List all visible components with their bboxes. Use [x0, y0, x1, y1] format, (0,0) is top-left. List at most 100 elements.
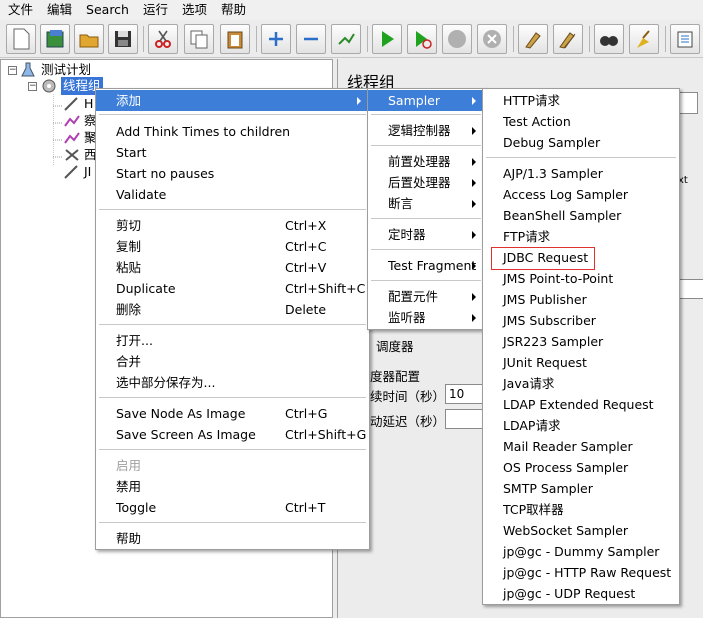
sampler-smtp[interactable]: SMTP Sampler [483, 478, 679, 499]
menu-item-disable[interactable]: 禁用 [96, 476, 369, 497]
sampler-mail-reader[interactable]: Mail Reader Sampler [483, 436, 679, 457]
tree-node-config[interactable]: 西 [63, 146, 97, 164]
menu-item-validate[interactable]: Validate [96, 184, 369, 205]
sampler-tcp[interactable]: TCP取样器 [483, 499, 679, 520]
sampler-jms-subscriber[interactable]: JMS Subscriber [483, 310, 679, 331]
sampler-ftp[interactable]: FTP请求 [483, 226, 679, 247]
search-button[interactable] [594, 24, 624, 54]
sampler-debug[interactable]: Debug Sampler [483, 132, 679, 153]
sampler-os-process[interactable]: OS Process Sampler [483, 457, 679, 478]
sampler-jms-publisher[interactable]: JMS Publisher [483, 289, 679, 310]
cut-icon [155, 30, 171, 48]
menu-item-add[interactable]: 添加 [96, 90, 369, 111]
scheduler-checkbox-label[interactable]: 调度器 [376, 336, 414, 355]
start-no-pauses-button[interactable] [407, 24, 437, 54]
menu-item-start[interactable]: Start [96, 142, 369, 163]
menu-item-help[interactable]: 帮助 [96, 528, 369, 549]
menu-item-save-screen-image[interactable]: Save Screen As Image Ctrl+Shift+G [96, 424, 369, 445]
submenu-item-pre-processor[interactable]: 前置处理器 [368, 151, 484, 172]
open-button[interactable] [74, 24, 104, 54]
templates-button[interactable] [40, 24, 70, 54]
submenu-item-listener[interactable]: 监听器 [368, 307, 484, 328]
sampler-access-log[interactable]: Access Log Sampler [483, 184, 679, 205]
start-button[interactable] [372, 24, 402, 54]
toggle-button[interactable] [331, 24, 361, 54]
save-button[interactable] [108, 24, 138, 54]
new-button[interactable] [6, 24, 36, 54]
sampler-beanshell[interactable]: BeanShell Sampler [483, 205, 679, 226]
clear-button[interactable] [518, 24, 548, 54]
cut-button[interactable] [148, 24, 178, 54]
menu-item-merge[interactable]: 合并 [96, 351, 369, 372]
collapse-toggle[interactable]: − [28, 81, 37, 91]
stop-button[interactable] [442, 24, 472, 54]
chevron-right-icon [472, 200, 476, 208]
collapse-icon [304, 37, 318, 41]
menu-item-save-node-image[interactable]: Save Node As Image Ctrl+G [96, 403, 369, 424]
toggle-icon [338, 33, 355, 45]
function-helper-button[interactable] [670, 24, 700, 54]
sampler-ldap-extended[interactable]: LDAP Extended Request [483, 394, 679, 415]
menu-item-copy[interactable]: 复制 Ctrl+C [96, 236, 369, 257]
clear-all-button[interactable] [553, 24, 583, 54]
field-fragment[interactable] [678, 279, 703, 299]
flask-icon [21, 62, 35, 77]
menu-item-toggle[interactable]: Toggle Ctrl+T [96, 497, 369, 518]
menu-item-cut[interactable]: 剪切 Ctrl+X [96, 215, 369, 236]
sampler-http-request[interactable]: HTTP请求 [483, 90, 679, 111]
menu-options[interactable]: 选项 [174, 0, 213, 20]
copy-button[interactable] [184, 24, 214, 54]
duration-label: 续时间（秒） [370, 389, 446, 404]
menu-item-delete[interactable]: 删除 Delete [96, 299, 369, 320]
menu-help[interactable]: 帮助 [213, 0, 252, 20]
menu-run[interactable]: 运行 [135, 0, 174, 20]
tree-node-listener-1[interactable]: 察 [63, 112, 97, 130]
chevron-right-icon [472, 262, 476, 270]
graph-icon [64, 132, 80, 144]
collapse-toggle[interactable]: − [8, 65, 17, 75]
sampler-udp[interactable]: jp@gc - UDP Request [483, 583, 679, 604]
menu-search[interactable]: Search [78, 0, 135, 20]
startup-delay-input[interactable] [445, 409, 485, 429]
menu-item-open[interactable]: 打开... [96, 330, 369, 351]
sampler-ldap[interactable]: LDAP请求 [483, 415, 679, 436]
submenu-item-sampler[interactable]: Sampler [368, 90, 484, 111]
submenu-item-timer[interactable]: 定时器 [368, 224, 484, 245]
sampler-websocket[interactable]: WebSocket Sampler [483, 520, 679, 541]
startup-delay-label: 动延迟（秒） [370, 414, 446, 429]
submenu-item-assertion[interactable]: 断言 [368, 193, 484, 214]
paste-button[interactable] [220, 24, 250, 54]
sampler-test-action[interactable]: Test Action [483, 111, 679, 132]
shutdown-button[interactable] [477, 24, 507, 54]
sampler-http-raw[interactable]: jp@gc - HTTP Raw Request [483, 562, 679, 583]
submenu-item-post-processor[interactable]: 后置处理器 [368, 172, 484, 193]
menu-file[interactable]: 文件 [0, 0, 39, 20]
expand-all-button[interactable] [261, 24, 291, 54]
reset-search-button[interactable] [629, 24, 659, 54]
tree-node-listener-2[interactable]: 聚 [63, 129, 97, 147]
menu-item-save-selection[interactable]: 选中部分保存为... [96, 372, 369, 393]
graph-icon [64, 115, 80, 127]
sampler-dummy[interactable]: jp@gc - Dummy Sampler [483, 541, 679, 562]
menu-item-start-no-pauses[interactable]: Start no pauses [96, 163, 369, 184]
collapse-all-button[interactable] [296, 24, 326, 54]
expand-icon [269, 32, 283, 46]
menu-edit[interactable]: 编辑 [39, 0, 78, 20]
submenu-item-config-element[interactable]: 配置元件 [368, 286, 484, 307]
sampler-jsr223[interactable]: JSR223 Sampler [483, 331, 679, 352]
sampler-jms-p2p[interactable]: JMS Point-to-Point [483, 268, 679, 289]
menu-item-duplicate[interactable]: Duplicate Ctrl+Shift+C [96, 278, 369, 299]
duration-input[interactable]: 10 [445, 384, 485, 404]
tree-node-http-request[interactable]: H [63, 95, 93, 113]
sampler-ajp[interactable]: AJP/1.3 Sampler [483, 163, 679, 184]
submenu-item-logic-controller[interactable]: 逻辑控制器 [368, 120, 484, 141]
sampler-java[interactable]: Java请求 [483, 373, 679, 394]
menu-item-add-think-times[interactable]: Add Think Times to children [96, 121, 369, 142]
scheduler-config-label: 度器配置 [370, 369, 421, 384]
tree-node-jdbc[interactable]: JI [63, 163, 91, 181]
tree-node-thread-group[interactable]: − 线程组 [28, 77, 103, 95]
submenu-item-test-fragment[interactable]: Test Fragment [368, 255, 484, 276]
menu-item-paste[interactable]: 粘贴 Ctrl+V [96, 257, 369, 278]
chevron-right-icon [357, 97, 361, 105]
sampler-junit[interactable]: JUnit Request [483, 352, 679, 373]
